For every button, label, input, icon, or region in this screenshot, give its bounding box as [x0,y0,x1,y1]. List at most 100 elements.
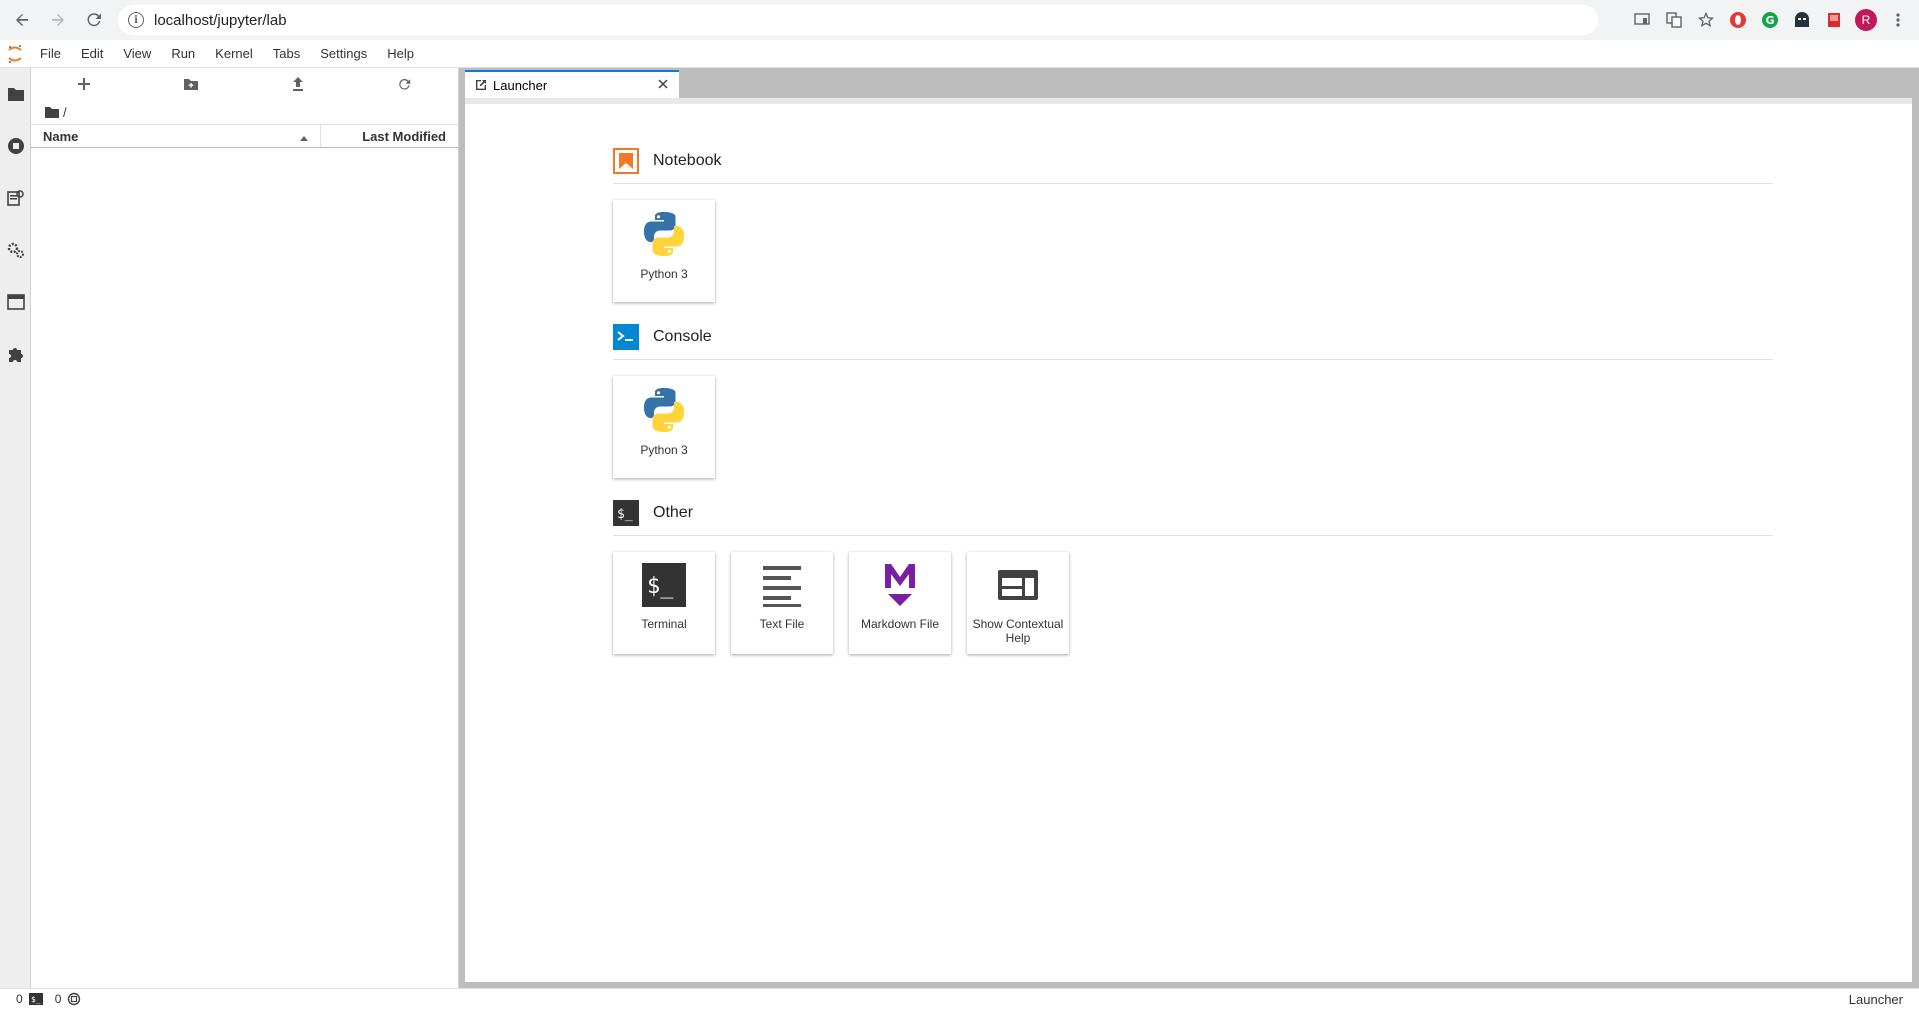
tab-bar: Launcher [465,68,1919,98]
kernel-small-icon [67,992,81,1006]
file-list[interactable] [31,148,458,968]
refresh-icon[interactable] [391,72,419,96]
menu-tabs[interactable]: Tabs [263,40,310,68]
card-label: Terminal [641,617,687,631]
launcher-panel: Notebook Python 3 Console Python 3 $_ Ot… [465,98,1912,982]
column-name-label: Name [43,128,79,144]
section-header: Console [613,320,1773,360]
more-vert-icon[interactable] [1887,9,1909,31]
menu-run[interactable]: Run [161,40,205,68]
console-section-icon [613,323,639,350]
tab-launcher[interactable]: Launcher [465,70,679,98]
python-logo-icon [640,210,688,261]
translate-icon[interactable] [1663,9,1685,31]
menu-kernel[interactable]: Kernel [205,40,263,68]
card-label: Python 3 [640,267,688,281]
profile-avatar[interactable]: R [1855,9,1877,31]
menu-edit[interactable]: Edit [71,40,113,68]
svg-text:$_: $_ [617,507,633,522]
terminal-status[interactable]: 0 [55,992,82,1006]
terminals-count: 0 [54,992,62,1006]
status-mode: Launcher [1848,992,1903,1007]
breadcrumb-root[interactable]: / [63,105,67,120]
folder-icon[interactable] [0,68,31,120]
address-bar[interactable]: i localhost/jupyter/lab [118,5,1598,35]
section-title: Notebook [653,151,722,169]
column-modified-header[interactable]: Last Modified [321,125,458,147]
new-launcher-icon[interactable] [70,72,98,96]
file-browser-toolbar [31,68,458,100]
python-logo-icon [640,386,688,437]
section-title: Other [653,503,694,521]
svg-text:$_: $_ [647,574,674,599]
extension-red-icon[interactable] [1727,9,1749,31]
left-activity-bar [0,68,31,988]
contextual-help-icon [995,562,1041,611]
menu-view[interactable]: View [113,40,161,68]
column-modified-label: Last Modified [362,128,446,144]
sort-caret-up-icon [300,129,308,144]
launcher-card-notebook-python3[interactable]: Python 3 [613,200,715,302]
bookmark-star-icon[interactable] [1695,9,1717,31]
red-book-extension-icon[interactable] [1823,9,1845,31]
upload-icon[interactable] [284,72,312,96]
launcher-content: Notebook Python 3 Console Python 3 $_ Ot… [613,144,1773,672]
tab-label: Launcher [493,77,548,93]
status-bar: 0 $_ 0 Launcher [0,988,1919,1009]
text-file-icon [759,562,805,611]
command-palette-icon[interactable] [0,172,31,224]
cast-icon[interactable] [1631,9,1653,31]
svg-text:G: G [1765,14,1774,27]
breadcrumb: / [31,100,458,124]
section-console: Console Python 3 [613,320,1773,478]
markdown-icon [877,562,923,611]
running-kernels-icon[interactable] [0,120,31,172]
new-folder-icon[interactable] [177,72,205,96]
section-other: $_ Other $_ Terminal Text File Markdown … [613,496,1773,654]
section-notebook: Notebook Python 3 [613,144,1773,302]
menu-bar: File Edit View Run Kernel Tabs Settings … [0,40,1919,68]
file-browser-panel: / Name Last Modified [31,68,459,988]
main-dock-area: Launcher Notebook Python 3 Console Pytho… [465,68,1919,988]
section-header: Notebook [613,144,1773,184]
browser-toolbar: i localhost/jupyter/lab G R [0,0,1919,40]
menu-settings[interactable]: Settings [310,40,377,68]
launcher-card-markdown-file[interactable]: Markdown File [849,552,951,654]
file-list-header: Name Last Modified [31,124,458,148]
card-label: Text File [759,617,805,631]
launcher-card-contextual-help[interactable]: Show Contextual Help [967,552,1069,654]
launcher-card-text-file[interactable]: Text File [731,552,833,654]
section-header: $_ Other [613,496,1773,536]
terminal-icon: $_ [641,562,687,611]
column-name-header[interactable]: Name [31,125,321,147]
info-icon[interactable]: i [128,12,144,28]
kernels-count: 0 [16,992,23,1006]
svg-text:$_: $_ [31,995,41,1004]
url-text: localhost/jupyter/lab [154,11,287,29]
notebook-section-icon [613,147,639,174]
other-section-icon: $_ [613,499,639,526]
terminal-small-icon: $_ [28,993,43,1005]
launcher-card-terminal[interactable]: $_ Terminal [613,552,715,654]
avatar: R [1855,9,1877,31]
back-icon[interactable] [8,6,36,34]
reload-icon[interactable] [80,6,108,34]
jupyter-logo-icon [0,40,30,68]
launcher-card-console-python3[interactable]: Python 3 [613,376,715,478]
extensions-puzzle-icon[interactable] [0,328,31,380]
section-title: Console [653,327,712,345]
kernel-status[interactable]: 0 $_ [16,992,43,1006]
ghost-extension-icon[interactable] [1791,9,1813,31]
open-tabs-icon[interactable] [0,276,31,328]
property-inspector-icon[interactable] [0,224,31,276]
menu-file[interactable]: File [30,40,71,68]
card-label: Show Contextual Help [972,617,1064,645]
card-label: Python 3 [640,443,688,457]
home-folder-icon[interactable] [45,106,59,118]
grammarly-icon[interactable]: G [1759,9,1781,31]
launcher-tab-icon [475,79,487,91]
forward-icon[interactable] [44,6,72,34]
menu-help[interactable]: Help [377,40,424,68]
card-label: Markdown File [860,617,940,631]
close-icon[interactable] [655,76,671,92]
